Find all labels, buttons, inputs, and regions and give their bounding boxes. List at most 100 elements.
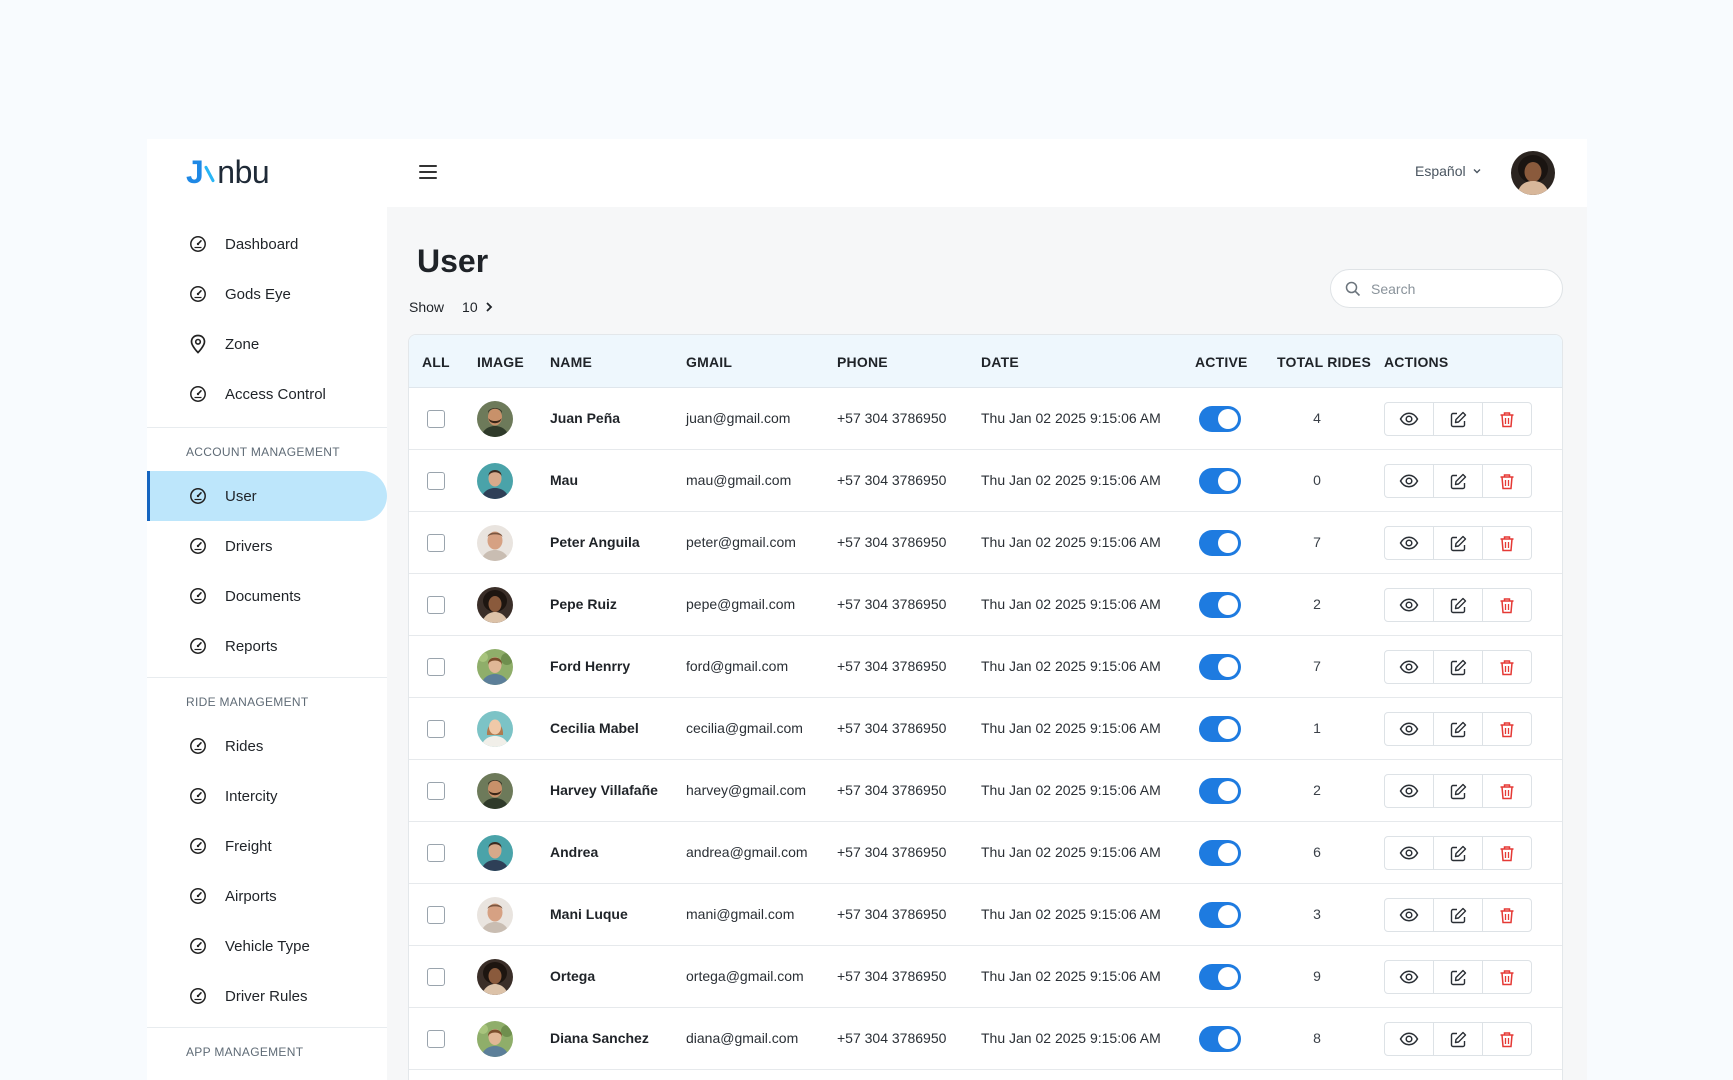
view-button[interactable] (1385, 527, 1433, 559)
edit-button[interactable] (1433, 1023, 1482, 1055)
row-actions (1384, 836, 1532, 870)
active-toggle[interactable] (1199, 592, 1241, 618)
sidebar-item-freight[interactable]: Freight (147, 821, 387, 871)
active-toggle[interactable] (1199, 406, 1241, 432)
delete-button[interactable] (1482, 403, 1531, 435)
active-toggle[interactable] (1199, 468, 1241, 494)
edit-button[interactable] (1433, 527, 1482, 559)
sidebar-item-driver-rules[interactable]: Driver Rules (147, 971, 387, 1021)
sidebar-item-label: Airports (225, 887, 277, 905)
gauge-icon (189, 837, 207, 855)
total-rides: 2 (1313, 782, 1321, 798)
sidebar-item-rides[interactable]: Rides (147, 721, 387, 771)
active-toggle[interactable] (1199, 530, 1241, 556)
edit-button[interactable] (1433, 961, 1482, 993)
topbar: Español (387, 139, 1587, 207)
row-checkbox[interactable] (427, 534, 445, 552)
user-name: Andrea (550, 844, 599, 860)
menu-icon[interactable] (419, 165, 437, 179)
active-toggle[interactable] (1199, 1026, 1241, 1052)
language-select[interactable]: Español (1415, 163, 1482, 179)
delete-button[interactable] (1482, 899, 1531, 931)
view-button[interactable] (1385, 837, 1433, 869)
total-rides: 6 (1313, 844, 1321, 860)
sidebar-item-reports[interactable]: Reports (147, 621, 387, 671)
user-avatar[interactable] (1511, 151, 1555, 195)
delete-button[interactable] (1482, 589, 1531, 621)
view-button[interactable] (1385, 899, 1433, 931)
view-button[interactable] (1385, 713, 1433, 745)
row-actions (1384, 588, 1532, 622)
active-toggle[interactable] (1199, 964, 1241, 990)
view-button[interactable] (1385, 651, 1433, 683)
delete-button[interactable] (1482, 775, 1531, 807)
edit-button[interactable] (1433, 651, 1482, 683)
active-toggle[interactable] (1199, 716, 1241, 742)
user-name: Mani Luque (550, 906, 628, 922)
sidebar-item-user[interactable]: User (147, 471, 387, 521)
row-checkbox[interactable] (427, 844, 445, 862)
user-avatar-man-bald (477, 897, 513, 933)
table-row: Mau mau@gmail.com +57 304 3786950 Thu Jan 0… (409, 450, 1562, 512)
user-avatar-woman-green (477, 1021, 513, 1057)
active-toggle[interactable] (1199, 902, 1241, 928)
brand-logo[interactable]: Jnbu (186, 153, 270, 190)
delete-button[interactable] (1482, 651, 1531, 683)
table-row: Ortega ortega@gmail.com +57 304 3786950 Thu… (409, 946, 1562, 1008)
sidebar-item-intercity[interactable]: Intercity (147, 771, 387, 821)
edit-button[interactable] (1433, 589, 1482, 621)
edit-button[interactable] (1433, 403, 1482, 435)
row-checkbox[interactable] (427, 658, 445, 676)
view-button[interactable] (1385, 1023, 1433, 1055)
edit-button[interactable] (1433, 465, 1482, 497)
row-checkbox[interactable] (427, 410, 445, 428)
page-size-select[interactable]: 10 (462, 299, 494, 315)
header-actions: ACTIONS (1384, 354, 1449, 370)
row-checkbox[interactable] (427, 968, 445, 986)
sidebar-item-drivers[interactable]: Drivers (147, 521, 387, 571)
total-rides: 4 (1313, 410, 1321, 426)
delete-button[interactable] (1482, 527, 1531, 559)
sidebar-item-gods-eye[interactable]: Gods Eye (147, 269, 387, 319)
edit-button[interactable] (1433, 775, 1482, 807)
active-toggle[interactable] (1199, 778, 1241, 804)
edit-button[interactable] (1433, 837, 1482, 869)
row-checkbox[interactable] (427, 1030, 445, 1048)
active-toggle[interactable] (1199, 654, 1241, 680)
edit-button[interactable] (1433, 899, 1482, 931)
header-all[interactable]: ALL (422, 354, 450, 370)
table-row: Andrea andrea@gmail.com +57 304 3786950 Thu… (409, 822, 1562, 884)
sidebar-item-airports[interactable]: Airports (147, 871, 387, 921)
view-button[interactable] (1385, 403, 1433, 435)
edit-button[interactable] (1433, 713, 1482, 745)
row-checkbox[interactable] (427, 906, 445, 924)
logo-text: nbu (217, 153, 270, 190)
sidebar-item-label: Rides (225, 737, 264, 755)
delete-button[interactable] (1482, 465, 1531, 497)
view-button[interactable] (1385, 589, 1433, 621)
sidebar-item-documents[interactable]: Documents (147, 571, 387, 621)
row-checkbox[interactable] (427, 720, 445, 738)
sidebar-item-zone[interactable]: Zone (147, 319, 387, 369)
active-toggle[interactable] (1199, 840, 1241, 866)
row-checkbox[interactable] (427, 472, 445, 490)
sidebar-item-access-control[interactable]: Access Control (147, 369, 387, 419)
delete-button[interactable] (1482, 961, 1531, 993)
total-rides: 7 (1313, 534, 1321, 550)
row-actions (1384, 526, 1532, 560)
view-button[interactable] (1385, 961, 1433, 993)
user-name: Juan Peña (550, 410, 621, 426)
row-checkbox[interactable] (427, 782, 445, 800)
table-row: Mani Luque mani@gmail.com +57 304 3786950 T… (409, 884, 1562, 946)
search-input[interactable] (1371, 280, 1551, 297)
sidebar-item-vehicle-type[interactable]: Vehicle Type (147, 921, 387, 971)
user-date: Thu Jan 02 2025 9:15:06 AM (981, 596, 1161, 612)
delete-button[interactable] (1482, 1023, 1531, 1055)
view-button[interactable] (1385, 775, 1433, 807)
row-checkbox[interactable] (427, 596, 445, 614)
delete-button[interactable] (1482, 713, 1531, 745)
view-button[interactable] (1385, 465, 1433, 497)
delete-button[interactable] (1482, 837, 1531, 869)
sidebar-item-dashboard[interactable]: Dashboard (147, 219, 387, 269)
header-active: ACTIVE (1195, 354, 1248, 370)
